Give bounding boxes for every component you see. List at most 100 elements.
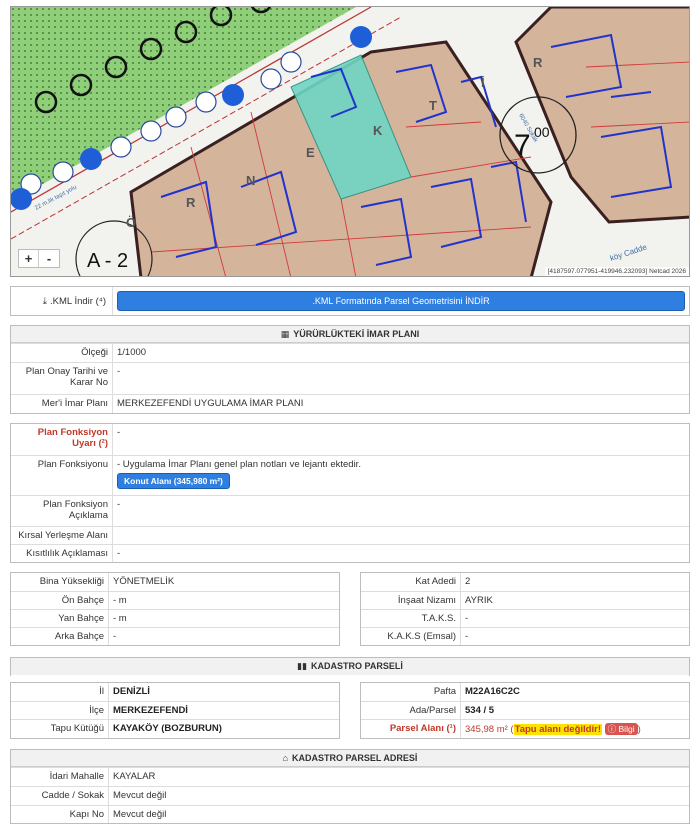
kadastro-value: KAYAKÖY (BOZBURUN) — [113, 723, 222, 734]
parsel-alani-value-cell: 345,98 m² (Tapu alanı değildir! ⓘ Bilgi) — [461, 720, 689, 738]
adres-label: İdari Mahalle — [11, 768, 109, 786]
parcel-map[interactable]: 7 00 A - 2 Ö R N E K T İ R köy Cadde 22 … — [10, 6, 690, 277]
fonksiyon-row: Plan Fonksiyon Açıklama - — [11, 495, 689, 526]
yapi-label: Ön Bahçe — [11, 592, 109, 609]
kadastro-label: İl — [11, 683, 109, 701]
yapi-value: 2 — [465, 576, 471, 587]
yapi-value: - m — [113, 595, 127, 606]
adres-row: Cadde / Sokak Mevcut değil — [11, 786, 689, 805]
svg-text:İ: İ — [481, 75, 485, 90]
kadastro-row: Tapu Kütüğü KAYAKÖY (BOZBURUN) — [11, 719, 339, 738]
kadastro-left-table: İl DENİZLİ İlçe MERKEZEFENDİ Tapu Kütüğü KA… — [10, 682, 340, 739]
adres-title: KADASTRO PARSEL ADRESİ — [292, 753, 418, 763]
kadastro-row: İl DENİZLİ — [11, 683, 339, 701]
adres-row: Kapı No Mevcut değil — [11, 805, 689, 823]
yapi-row: Kat Adedi 2 — [361, 573, 689, 591]
kadastro-value: M22A16C2C — [465, 686, 520, 697]
svg-text:N: N — [246, 173, 255, 188]
imar-label: Plan Onay Tarihi ve Karar No — [11, 363, 113, 394]
kadastro-row: Pafta M22A16C2C — [361, 683, 689, 701]
imar-label: Mer'i İmar Planı — [11, 395, 113, 413]
kadastro-header-box: ▮▮ KADASTRO PARSELİ — [10, 657, 690, 676]
fonksiyon-warn-value: - — [117, 427, 121, 438]
kadastro-value: MERKEZEFENDİ — [113, 705, 188, 716]
map-canvas[interactable]: 7 00 A - 2 Ö R N E K T İ R köy Cadde 22 … — [11, 7, 690, 277]
yapi-label: Arka Bahçe — [11, 628, 109, 645]
kml-note: (⁴) — [95, 295, 106, 307]
adres-label: Cadde / Sokak — [11, 787, 109, 805]
kadastro-row: İlçe MERKEZEFENDİ — [11, 701, 339, 719]
info-icon: ⓘ — [607, 724, 617, 734]
yapi-row: Bina Yüksekliği YÖNETMELİK — [11, 573, 339, 591]
kadastro-value: DENİZLİ — [113, 686, 150, 697]
fonksiyon-label: Plan Fonksiyon Açıklama — [11, 496, 113, 526]
paren-close: ) — [637, 724, 641, 735]
imar-value: 1/1000 — [117, 347, 147, 358]
kadastro-title: KADASTRO PARSELİ — [311, 661, 403, 671]
bilgi-button[interactable]: ⓘ Bilgi — [604, 723, 638, 735]
kadastro-right-table: Pafta M22A16C2C Ada/Parsel 534 / 5 Parsel … — [360, 682, 690, 739]
yapi-row: Arka Bahçe - — [11, 627, 339, 645]
imar-row: Mer'i İmar Planı MERKEZEFENDİ UYGULAMA İ… — [11, 394, 689, 413]
yapi-value: - — [113, 631, 117, 642]
yapi-row: Ön Bahçe - m — [11, 591, 339, 609]
zoom-out-button[interactable]: - — [39, 250, 59, 267]
grid-icon: ▮▮ — [297, 661, 308, 671]
imar-plan-title: YÜRÜRLÜKTEKİ İMAR PLANI — [293, 329, 420, 339]
adres-value: KAYALAR — [113, 771, 156, 782]
zoom-in-button[interactable]: + — [19, 250, 39, 267]
fonksiyon-value: - — [117, 548, 121, 559]
fonksiyon-warn-note: (²) — [98, 438, 109, 449]
yapi-label: T.A.K.S. — [361, 610, 461, 627]
fonksiyon-warn-label-cell: Plan Fonksiyon Uyarı (²) — [11, 424, 113, 455]
yapi-right-table: Kat Adedi 2 İnşaat Nizamı AYRIK T.A.K.S. - … — [360, 572, 690, 646]
imar-plan-section: ▦ YÜRÜRLÜKTEKİ İMAR PLANI Ölçeği 1/1000 P… — [10, 325, 690, 414]
kml-label: .KML İndir — [49, 295, 93, 307]
yapi-row: T.A.K.S. - — [361, 609, 689, 627]
tapu-warning: Tapu alanı değildir! — [513, 724, 602, 735]
kml-download-button[interactable]: .KML Formatında Parsel Geometrisini İNDİ… — [117, 291, 685, 311]
adres-value: Mevcut değil — [113, 809, 167, 820]
kadastro-label: Tapu Kütüğü — [11, 720, 109, 738]
fonksiyon-value: - — [117, 499, 121, 510]
fonksiyon-warn-row: Plan Fonksiyon Uyarı (²) - — [11, 424, 689, 455]
imar-row: Plan Onay Tarihi ve Karar No - — [11, 362, 689, 394]
fonksiyon-value-cell: - Uygulama İmar Planı genel plan notları… — [113, 456, 689, 495]
home-icon: ⌂ — [282, 753, 289, 763]
parsel-alani-note: (¹) — [446, 723, 457, 734]
download-icon: ⤓ — [42, 295, 47, 307]
bilgi-label: Bilgi — [618, 724, 635, 734]
svg-text:Ö: Ö — [126, 215, 136, 230]
fonksiyon-row: Kısıtlılık Açıklaması - — [11, 544, 689, 562]
yapi-left-table: Bina Yüksekliği YÖNETMELİK Ön Bahçe - m Ya… — [10, 572, 340, 646]
imar-value: - — [117, 366, 121, 377]
kadastro-label: Pafta — [361, 683, 461, 701]
yapi-label: Yan Bahçe — [11, 610, 109, 627]
konut-alani-button[interactable]: Konut Alanı (345,980 m²) — [117, 473, 230, 489]
adres-value: Mevcut değil — [113, 790, 167, 801]
imar-value: MERKEZEFENDİ UYGULAMA İMAR PLANI — [117, 398, 304, 409]
fonksiyon-row: Plan Fonksiyonu - Uygulama İmar Planı ge… — [11, 455, 689, 495]
kml-label-cell: ⤓ .KML İndir (⁴) — [11, 287, 113, 315]
parsel-alani-value: 345,98 m² — [465, 724, 508, 735]
yapi-value: - m — [113, 613, 127, 624]
svg-text:E: E — [306, 145, 315, 160]
yapi-value: - — [465, 631, 469, 642]
yapi-row: İnşaat Nizamı AYRIK — [361, 591, 689, 609]
yapi-label: Kat Adedi — [361, 573, 461, 591]
imar-plan-header: ▦ YÜRÜRLÜKTEKİ İMAR PLANI — [11, 326, 689, 343]
parsel-alani-label: Parsel Alanı — [389, 723, 444, 734]
imar-label: Ölçeği — [11, 344, 113, 362]
fonksiyon-label: Plan Fonksiyonu — [11, 456, 113, 495]
sheet-label: A - 2 — [87, 250, 128, 272]
adres-header: ⌂ KADASTRO PARSEL ADRESİ — [11, 750, 689, 767]
svg-text:K: K — [373, 123, 383, 138]
fonksiyon-warn-label: Plan Fonksiyon Uyarı — [37, 427, 108, 449]
adres-row: İdari Mahalle KAYALAR — [11, 767, 689, 786]
adres-section: ⌂ KADASTRO PARSEL ADRESİ İdari Mahalle KAY… — [10, 749, 690, 824]
map-attribution: [4187597.077951-419946.232093] Netcad 20… — [544, 267, 689, 276]
imar-row: Ölçeği 1/1000 — [11, 343, 689, 362]
parsel-alani-label-cell: Parsel Alanı (¹) — [361, 720, 461, 738]
zoom-control: + - — [18, 249, 60, 268]
yapi-row: K.A.K.S (Emsal) - — [361, 627, 689, 645]
